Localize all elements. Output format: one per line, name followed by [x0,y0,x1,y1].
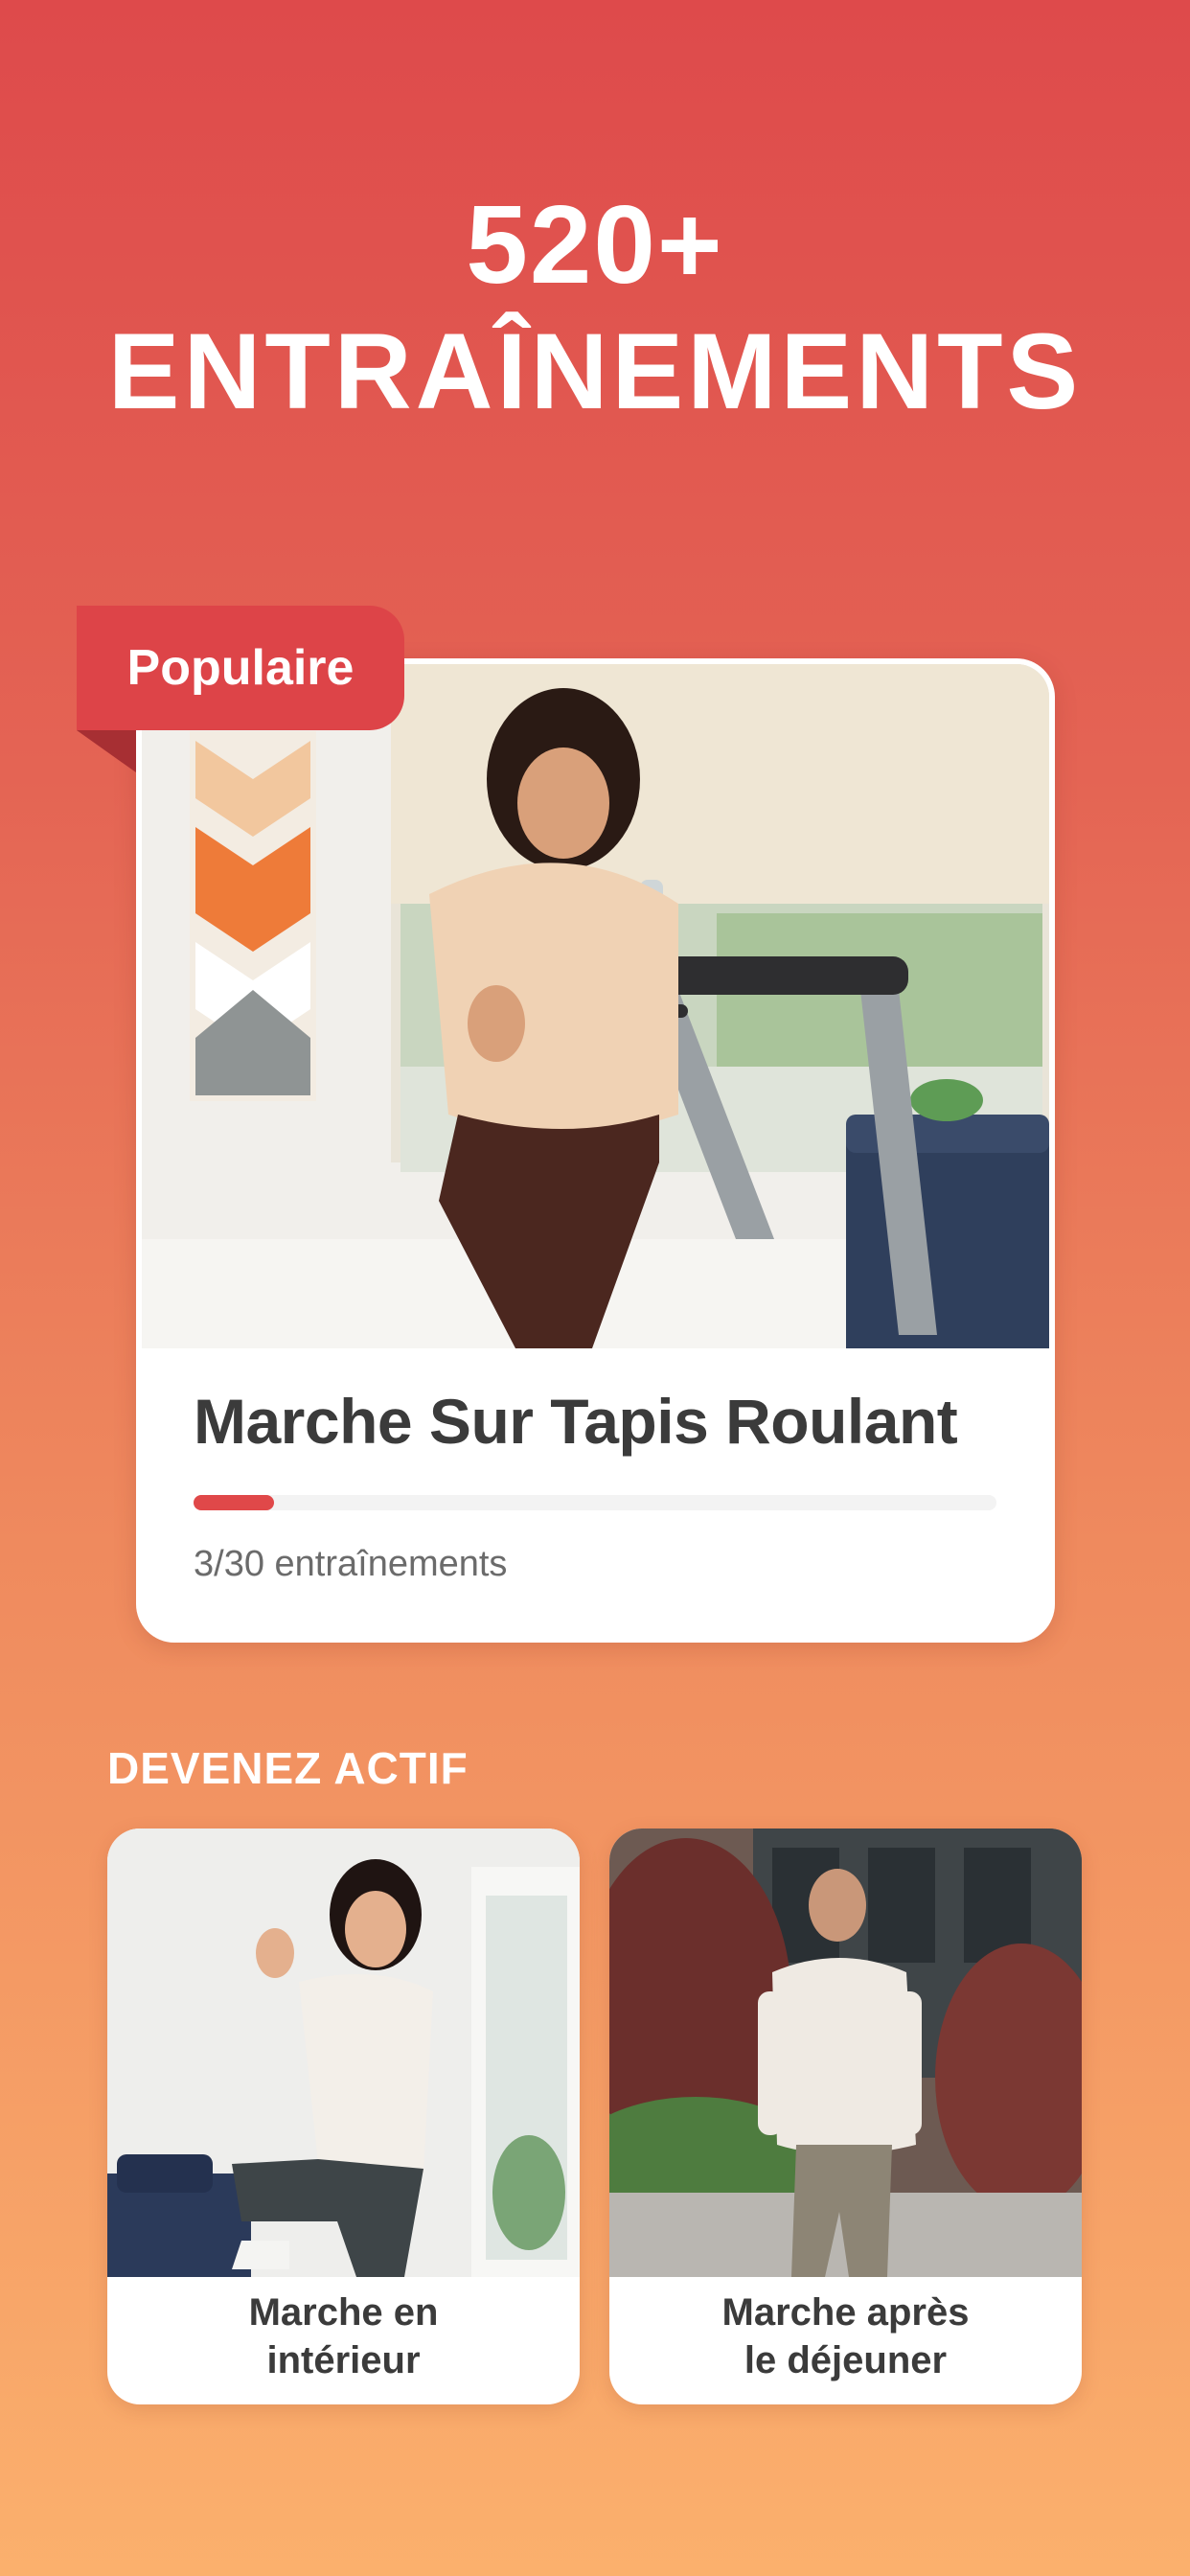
indoor-walking-label-line2: intérieur [266,2339,421,2381]
badge-fold [77,730,136,772]
workout-progress-text: 3/30 entraînements [194,1544,508,1584]
section-title: DEVENEZ ACTIF [107,1743,469,1793]
workout-count: 520+ [466,182,724,307]
popular-badge: Populaire [77,606,404,730]
treadmill-photo [142,664,1049,1348]
workout-progress-bar [194,1495,996,1510]
headline: 520+ ENTRAÎNEMENTS [0,180,1190,435]
after-lunch-walking-label: Marche après le déjeuner [609,2288,1082,2384]
featured-workout-card[interactable]: Marche Sur Tapis Roulant 3/30 entraîneme… [136,658,1055,1643]
indoor-walking-photo [107,1828,580,2277]
headline-word: ENTRAÎNEMENTS [107,311,1083,431]
after-lunch-walking-label-line1: Marche après [721,2291,970,2334]
indoor-walking-card[interactable]: Marche en intérieur [107,1828,580,2404]
outdoor-walking-photo [609,1828,1082,2277]
after-lunch-walking-label-line2: le déjeuner [744,2339,948,2381]
workout-progress-fill [194,1495,274,1510]
after-lunch-walking-card[interactable]: Marche après le déjeuner [609,1828,1082,2404]
indoor-walking-label-line1: Marche en [248,2291,439,2334]
indoor-walking-label: Marche en intérieur [107,2288,580,2384]
workout-title: Marche Sur Tapis Roulant [194,1386,958,1457]
